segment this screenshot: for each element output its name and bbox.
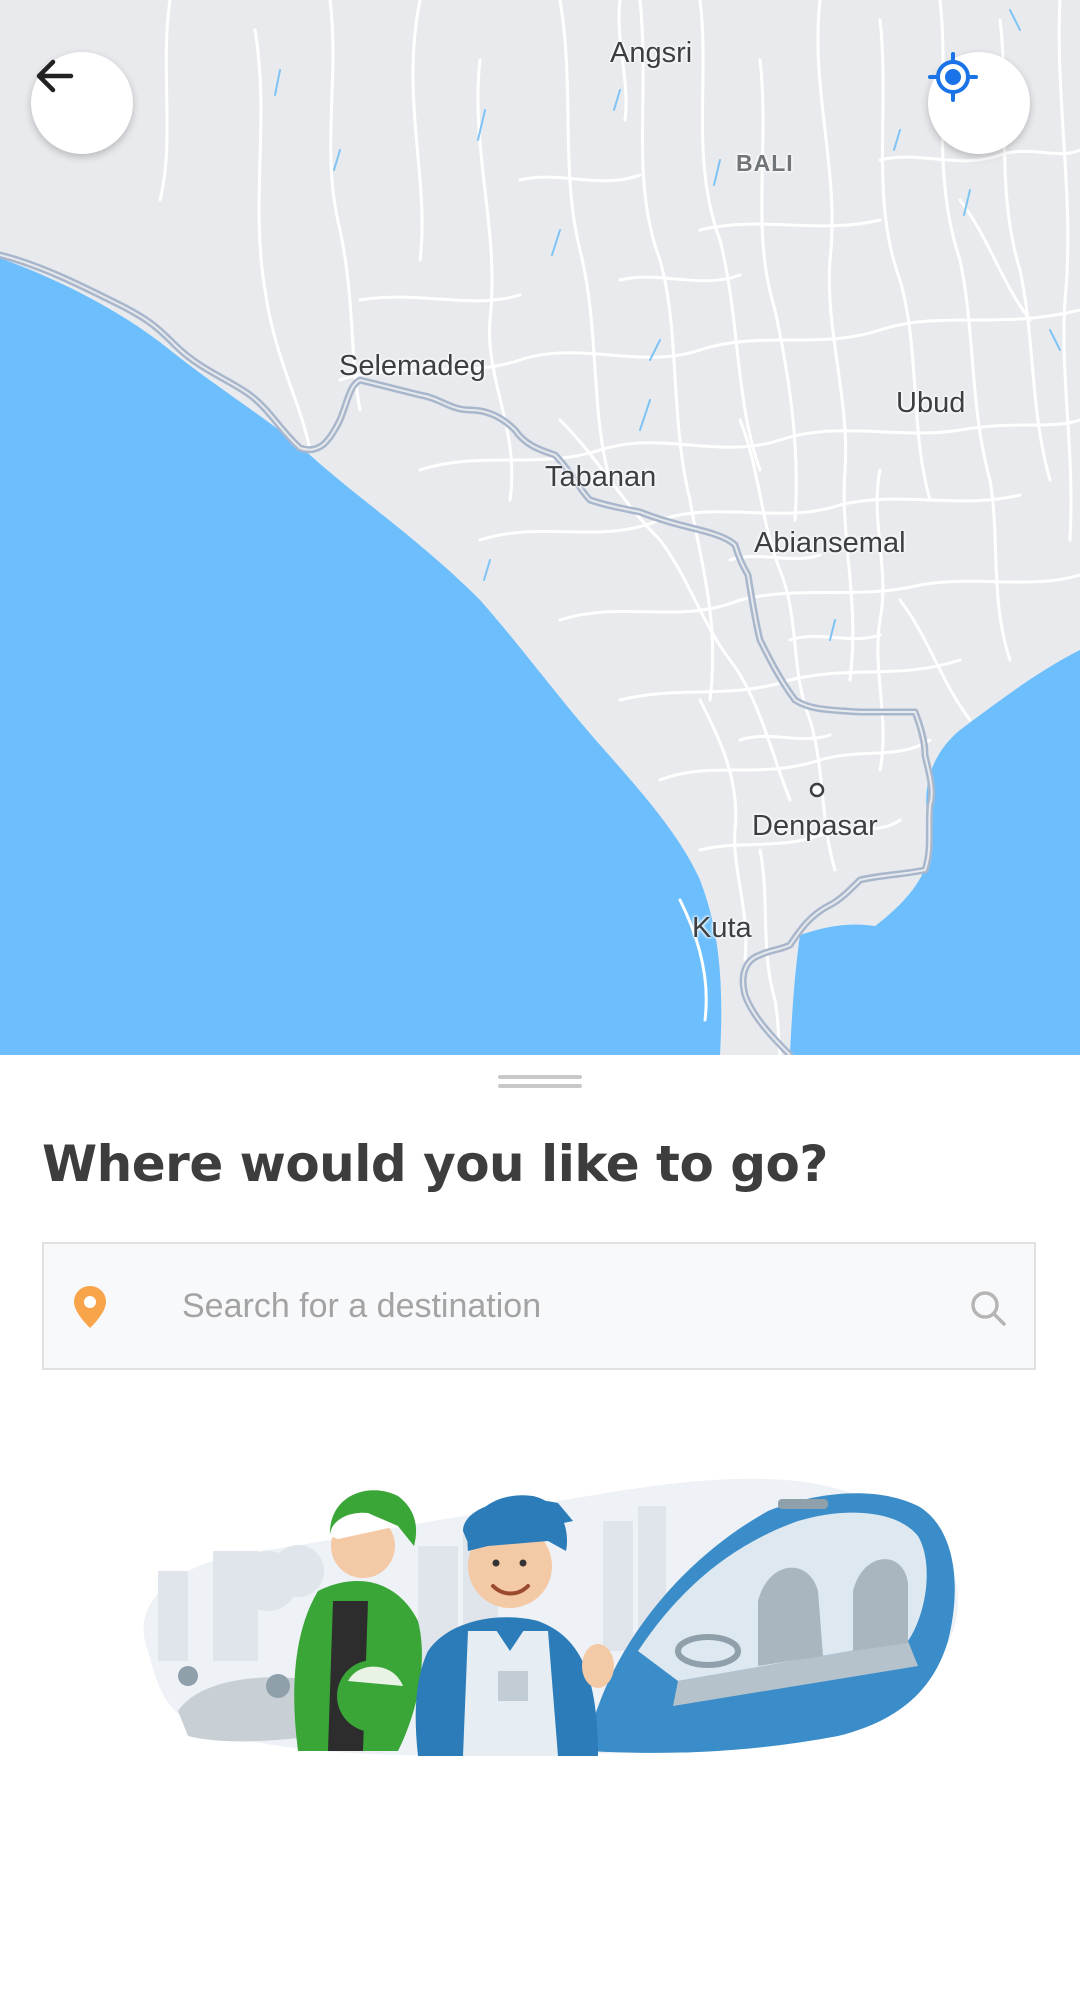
denpasar-marker	[809, 782, 825, 798]
location-pin-icon	[74, 1286, 106, 1328]
map-label-tabanan: Tabanan	[545, 461, 657, 493]
map-label-angsri: Angsri	[610, 37, 693, 69]
my-location-icon	[928, 52, 978, 102]
arrow-left-icon	[36, 59, 74, 93]
my-location-button[interactable]	[928, 52, 1030, 154]
map-label-bali: BALI	[736, 150, 794, 176]
map-label-kuta: Kuta	[692, 912, 752, 944]
map-label-abiansemal: Abiansemal	[754, 527, 906, 559]
back-button[interactable]	[31, 52, 133, 154]
map-label-denpasar: Denpasar	[752, 810, 878, 842]
app-screen: Angsri BALI Selemadeg Ubud Tabanan Abian…	[0, 0, 1080, 2005]
sheet-drag-handle[interactable]	[498, 1075, 582, 1089]
map-view[interactable]: Angsri BALI Selemadeg Ubud Tabanan Abian…	[0, 0, 1080, 1055]
destination-search-input[interactable]	[182, 1244, 962, 1368]
sheet-title: Where would you like to go?	[42, 1135, 828, 1193]
map-label-ubud: Ubud	[896, 387, 966, 419]
driver-and-rider-illustration	[143, 1478, 958, 1756]
map-label-selemadeg: Selemadeg	[339, 350, 486, 382]
destination-sheet: Where would you like to go?	[0, 1055, 1080, 2005]
destination-search-box[interactable]	[42, 1242, 1036, 1370]
map-canvas	[0, 0, 1080, 1055]
magnifier-icon[interactable]	[968, 1288, 1008, 1328]
